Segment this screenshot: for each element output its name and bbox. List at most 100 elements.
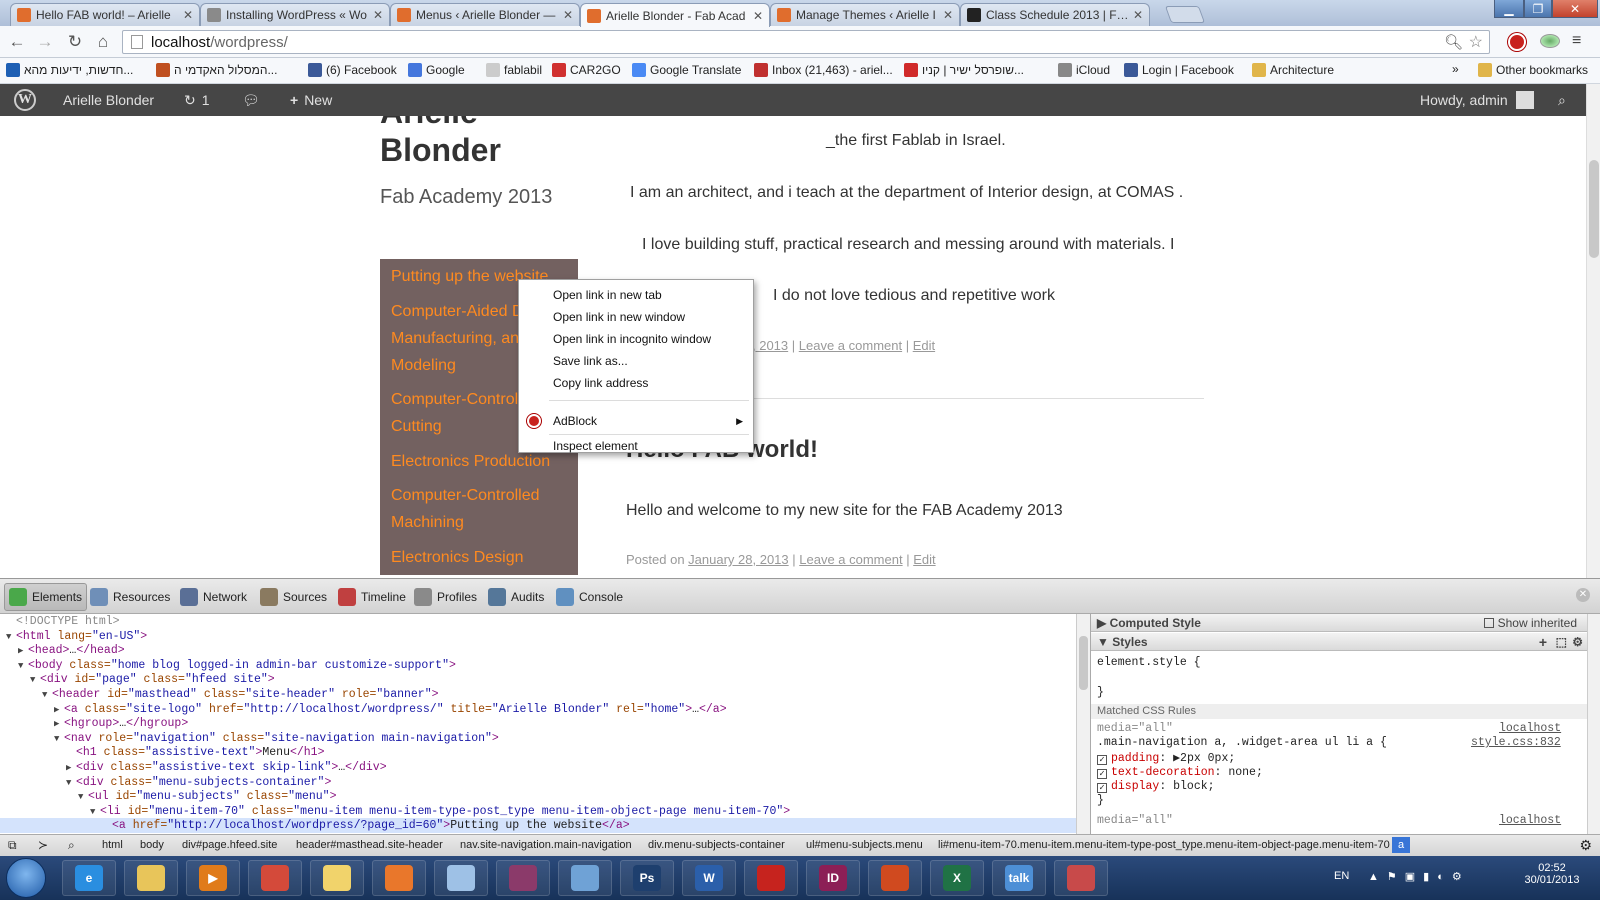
taskbar-app-outlook[interactable] xyxy=(310,860,364,896)
show-inherited-checkbox[interactable] xyxy=(1483,618,1494,628)
comments-icon[interactable]: 💬︎ xyxy=(242,84,260,116)
forward-button[interactable]: → xyxy=(34,32,56,52)
property-checkbox[interactable]: ✓ xyxy=(1097,783,1107,793)
language-indicator[interactable]: EN xyxy=(1334,870,1349,882)
breadcrumb-item[interactable]: html xyxy=(102,839,123,851)
tab-close-icon[interactable]: ✕ xyxy=(753,9,763,23)
rule-source-file[interactable]: style.css:832 xyxy=(1471,736,1561,750)
breadcrumb-item[interactable]: header#masthead.site-header xyxy=(296,839,443,851)
breadcrumb-item[interactable]: body xyxy=(140,839,164,851)
bookmarks-overflow-button[interactable]: » xyxy=(1452,62,1459,76)
post1-date-link[interactable]: , 2013 xyxy=(752,338,788,353)
css-property[interactable]: ✓ text-decoration: none; xyxy=(1097,766,1263,780)
home-button[interactable]: ⌂ xyxy=(92,32,114,52)
site-title-line1[interactable]: Arielle xyxy=(380,116,478,131)
dom-node[interactable]: ▶ <hgroup>…</hgroup> xyxy=(54,716,188,731)
styles-scrollbar[interactable] xyxy=(1587,614,1600,834)
taskbar-app-ie[interactable]: e xyxy=(62,860,116,896)
element-style-rule[interactable]: element.style { xyxy=(1097,656,1201,670)
address-bar[interactable]: localhost/wordpress/ 🔍︎ ☆ xyxy=(122,30,1490,54)
dom-node[interactable]: ▶ <div class="assistive-text skip-link">…… xyxy=(66,760,387,775)
taskbar-app-media-player[interactable]: ▶ xyxy=(186,860,240,896)
devtools-tab[interactable]: Audits xyxy=(484,583,548,611)
browser-tab[interactable]: Manage Themes ‹ Arielle I ✕ xyxy=(770,3,960,26)
taskbar-app-gtalk[interactable]: talk xyxy=(992,860,1046,896)
styles-gear-icon[interactable]: ⚙︎ xyxy=(1572,633,1583,651)
howdy-menu[interactable]: Howdy, admin xyxy=(1420,84,1534,116)
tab-close-icon[interactable]: ✕ xyxy=(183,8,193,22)
maximize-button[interactable]: ❐ xyxy=(1524,0,1552,18)
admin-search-icon[interactable]: ⌕ xyxy=(1558,84,1566,116)
taskbar-app-app-orange[interactable] xyxy=(372,860,426,896)
property-checkbox[interactable]: ✓ xyxy=(1097,769,1107,779)
dom-expand-icon[interactable]: ▼ xyxy=(30,673,40,688)
devtools-tab[interactable]: Sources xyxy=(256,583,331,611)
rule-source-host[interactable]: localhost xyxy=(1499,814,1561,828)
property-checkbox[interactable]: ✓ xyxy=(1097,755,1107,765)
breadcrumb-item[interactable]: ul#menu-subjects.menu xyxy=(806,839,923,851)
browser-tab[interactable]: Hello FAB world! – Arielle ✕ xyxy=(10,3,200,26)
dom-node[interactable]: ▶ <head>…</head> xyxy=(18,643,125,658)
dom-node[interactable]: ▼ <header id="masthead" class="site-heade… xyxy=(42,687,439,702)
rule-source-host[interactable]: localhost xyxy=(1499,722,1561,736)
context-menu-item[interactable]: Open link in new tab xyxy=(519,284,753,306)
bookmark-item[interactable]: iCloud xyxy=(1058,63,1110,77)
menu-icon[interactable]: ≡ xyxy=(1572,32,1581,50)
taskbar-app-snipping[interactable] xyxy=(1054,860,1108,896)
devtools-tab[interactable]: Console xyxy=(552,583,627,611)
taskbar-app-acrobat[interactable] xyxy=(744,860,798,896)
elements-scrollbar[interactable] xyxy=(1076,614,1090,834)
site-title-line2[interactable]: Blonder xyxy=(380,132,501,169)
add-rule-icon[interactable]: + xyxy=(1539,633,1547,651)
new-tab-button[interactable] xyxy=(1164,6,1206,23)
bookmark-item[interactable]: fablabil xyxy=(486,63,542,77)
element-state-icon[interactable]: ⬚ xyxy=(1556,633,1567,651)
close-window-button[interactable]: ✕ xyxy=(1552,0,1598,18)
dom-node[interactable]: <!DOCTYPE html> xyxy=(6,614,120,629)
tray-icons[interactable]: ▲⚑▣▮◐⚙︎ xyxy=(1368,870,1470,883)
bookmark-item[interactable]: Google xyxy=(408,63,465,77)
browser-tab[interactable]: Installing WordPress « Wo ✕ xyxy=(200,3,390,26)
bookmark-item[interactable]: Google Translate xyxy=(632,63,741,77)
devtools-tab[interactable]: Resources xyxy=(86,583,174,611)
context-menu-item[interactable]: Copy link address xyxy=(519,372,753,394)
extension-eye-icon[interactable] xyxy=(1540,34,1560,48)
bookmark-item[interactable]: Architecture xyxy=(1252,63,1334,77)
post2-comment-link[interactable]: Leave a comment xyxy=(799,552,902,567)
minimize-button[interactable]: ▁ xyxy=(1494,0,1524,18)
taskbar-app-screen[interactable] xyxy=(558,860,612,896)
dom-node[interactable]: ▼ <div class="menu-subjects-container"> xyxy=(66,775,331,790)
browser-tab[interactable]: Class Schedule 2013 | Fab ✕ xyxy=(960,3,1150,26)
taskbar-app-powerpoint[interactable] xyxy=(868,860,922,896)
new-content-button[interactable]: + New xyxy=(290,84,332,116)
context-adblock[interactable]: AdBlock ▶ xyxy=(519,410,753,432)
other-bookmarks-folder[interactable]: Other bookmarks xyxy=(1478,63,1588,77)
taskbar-app-photoshop[interactable]: Ps xyxy=(620,860,674,896)
bookmark-item[interactable]: שופרסל ישיר | קניו... xyxy=(904,63,1024,77)
dom-node[interactable]: ▼ <li id="menu-item-70" class="menu-item … xyxy=(90,804,790,819)
devtools-settings-icon[interactable]: ⚙︎ xyxy=(1579,837,1592,854)
start-button[interactable] xyxy=(6,858,46,898)
taskbar-app-chrome[interactable] xyxy=(248,860,302,896)
dom-expand-icon[interactable]: ▼ xyxy=(42,688,52,703)
breadcrumb-item[interactable]: a xyxy=(1392,837,1411,853)
dom-node[interactable]: ▼ <ul id="menu-subjects" class="menu"> xyxy=(78,789,337,804)
breadcrumb-item[interactable]: nav.site-navigation.main-navigation xyxy=(460,839,632,851)
context-menu-item[interactable]: Save link as... xyxy=(519,350,753,372)
dom-node[interactable]: ▶ <a class="site-logo" href="http://local… xyxy=(54,702,727,717)
tab-close-icon[interactable]: ✕ xyxy=(373,8,383,22)
post1-edit-link[interactable]: Edit xyxy=(913,338,935,353)
bookmark-star-icon[interactable]: ☆ xyxy=(1469,32,1483,52)
elements-scroll-thumb[interactable] xyxy=(1079,636,1088,690)
context-menu-item[interactable]: Open link in new window xyxy=(519,306,753,328)
dock-icon[interactable]: ⧉ xyxy=(8,838,17,853)
devtools-tab[interactable]: Network xyxy=(176,583,251,611)
dom-expand-icon[interactable]: ▼ xyxy=(18,659,28,674)
bookmark-item[interactable]: המסלול האקדמי ה... xyxy=(156,63,277,77)
zoom-search-icon[interactable]: 🔍︎ xyxy=(1444,33,1463,51)
dom-node[interactable]: ▼ <html lang="en-US"> xyxy=(6,629,147,644)
breadcrumb-item[interactable]: div#page.hfeed.site xyxy=(182,839,277,851)
adblock-icon[interactable] xyxy=(1508,33,1526,51)
nav-menu-item[interactable]: Electronics Design xyxy=(380,540,578,575)
inspect-search-icon[interactable]: ⌕ xyxy=(68,838,75,853)
